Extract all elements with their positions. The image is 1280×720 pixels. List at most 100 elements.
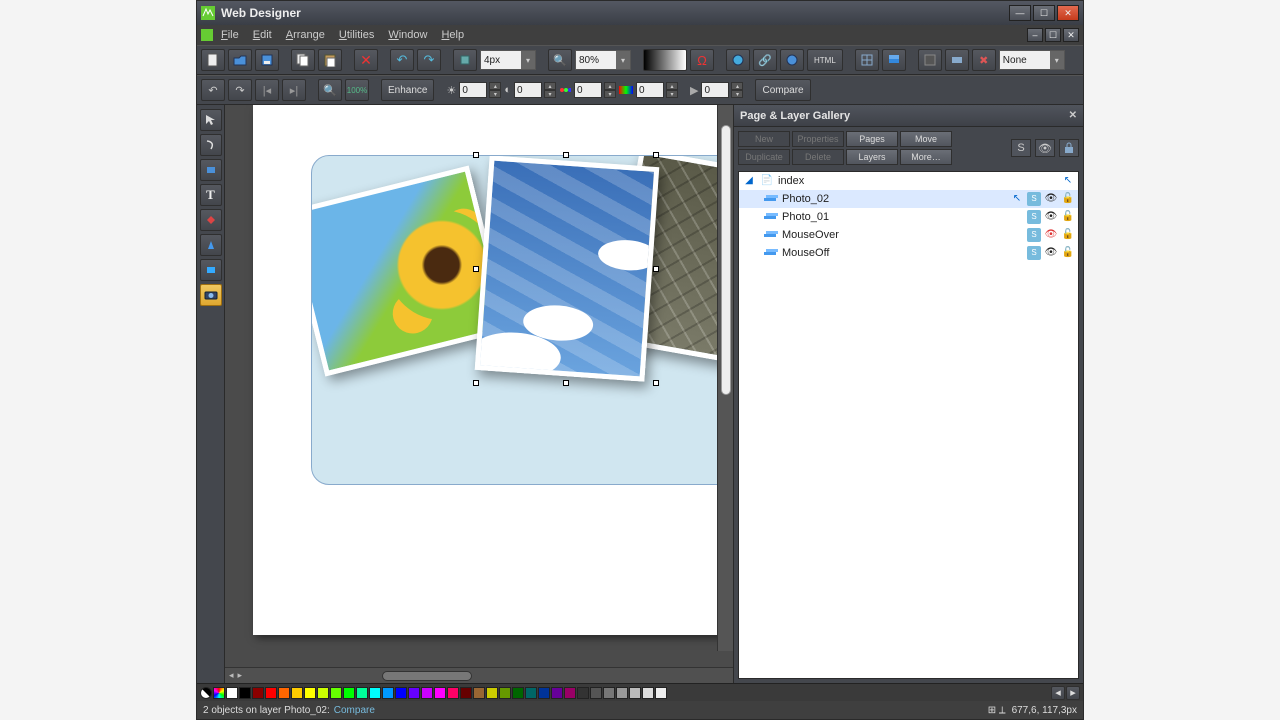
color-swatch[interactable] bbox=[551, 687, 563, 699]
text-tool[interactable]: T bbox=[200, 184, 222, 206]
v-scrollbar[interactable] bbox=[717, 105, 733, 651]
color-swatch[interactable] bbox=[499, 687, 511, 699]
contrast-field[interactable]: ▴▾ bbox=[514, 82, 556, 98]
color-swatch[interactable] bbox=[265, 687, 277, 699]
quality-slider[interactable] bbox=[643, 49, 687, 71]
mdi-minimize[interactable]: – bbox=[1027, 28, 1043, 42]
color-swatch[interactable] bbox=[343, 687, 355, 699]
nudge-input[interactable] bbox=[481, 51, 521, 69]
solo-icon[interactable]: S bbox=[1011, 139, 1031, 157]
menu-file[interactable]: File bbox=[215, 27, 245, 43]
mdi-close[interactable]: ✕ bbox=[1063, 28, 1079, 42]
fill-tool[interactable] bbox=[200, 209, 222, 231]
preview-button[interactable] bbox=[726, 49, 750, 71]
gallery-layers-button[interactable]: Layers bbox=[846, 149, 898, 165]
color-swatch[interactable] bbox=[408, 687, 420, 699]
shape-tool[interactable] bbox=[200, 134, 222, 156]
color-swatch[interactable] bbox=[512, 687, 524, 699]
link-mode-drop[interactable]: ▾ bbox=[1050, 51, 1064, 69]
prev-frame-button[interactable]: |◂ bbox=[255, 79, 279, 101]
rotate-cw-button[interactable]: ↷ bbox=[228, 79, 252, 101]
compare-button[interactable]: Compare bbox=[755, 79, 810, 101]
small-icon-3[interactable]: ✖ bbox=[972, 49, 996, 71]
color-swatch[interactable] bbox=[330, 687, 342, 699]
link-button[interactable]: 🔗 bbox=[753, 49, 777, 71]
shadow-tool[interactable] bbox=[200, 234, 222, 256]
color-swatch[interactable] bbox=[590, 687, 602, 699]
menu-edit[interactable]: Edit bbox=[247, 27, 278, 43]
gallery-new-button[interactable]: New bbox=[738, 131, 790, 147]
save-button[interactable] bbox=[255, 49, 279, 71]
grid-button[interactable] bbox=[855, 49, 879, 71]
saturation-field[interactable]: ▴▾ bbox=[574, 82, 616, 98]
selector-tool[interactable] bbox=[200, 109, 222, 131]
zoom-combo[interactable]: ▾ bbox=[575, 50, 631, 70]
color-swatch[interactable] bbox=[642, 687, 654, 699]
color-swatch[interactable] bbox=[616, 687, 628, 699]
undo-button[interactable]: ↶ bbox=[390, 49, 414, 71]
delete-button[interactable]: ✕ bbox=[354, 49, 378, 71]
small-icon-1[interactable] bbox=[918, 49, 942, 71]
tree-root[interactable]: ◢ 📄 index ↖ bbox=[739, 172, 1078, 190]
minimize-button[interactable]: — bbox=[1009, 5, 1031, 21]
zoom-icon[interactable]: 🔍 bbox=[548, 49, 572, 71]
color-swatch[interactable] bbox=[252, 687, 264, 699]
close-button[interactable]: ✕ bbox=[1057, 5, 1079, 21]
100pct-button[interactable]: 100% bbox=[345, 79, 369, 101]
fit-zoom-button[interactable]: 🔍 bbox=[318, 79, 342, 101]
color-swatch[interactable] bbox=[577, 687, 589, 699]
layer-row-2[interactable]: MouseOver S👁🔓 bbox=[739, 226, 1078, 244]
redo-button[interactable]: ↷ bbox=[417, 49, 441, 71]
color-swatch[interactable] bbox=[369, 687, 381, 699]
hue-field[interactable]: ▴▾ bbox=[636, 82, 678, 98]
brightness-field[interactable]: ▴▾ bbox=[459, 82, 501, 98]
color-swatch[interactable] bbox=[564, 687, 576, 699]
small-icon-2[interactable] bbox=[945, 49, 969, 71]
no-color-swatch[interactable] bbox=[200, 687, 212, 699]
layer-tree[interactable]: ◢ 📄 index ↖ Photo_02 ↖S👁🔓 Photo_01 S👁🔓 bbox=[738, 171, 1079, 679]
zoom-drop[interactable]: ▾ bbox=[616, 51, 630, 69]
swatch-scroll-right[interactable]: ▸ bbox=[1066, 686, 1080, 700]
color-swatch[interactable] bbox=[395, 687, 407, 699]
color-swatch[interactable] bbox=[421, 687, 433, 699]
menu-help[interactable]: Help bbox=[435, 27, 470, 43]
color-swatch[interactable] bbox=[291, 687, 303, 699]
color-swatch[interactable] bbox=[447, 687, 459, 699]
color-swatch[interactable] bbox=[317, 687, 329, 699]
menu-arrange[interactable]: Arrange bbox=[280, 27, 331, 43]
new-file-button[interactable] bbox=[201, 49, 225, 71]
rectangle-tool[interactable] bbox=[200, 159, 222, 181]
panel-close-icon[interactable]: ✕ bbox=[1069, 110, 1077, 121]
color-swatch[interactable] bbox=[603, 687, 615, 699]
photo-tool[interactable] bbox=[200, 284, 222, 306]
h-scrollbar[interactable]: ◂ ▸ bbox=[225, 667, 733, 683]
canvas[interactable] bbox=[225, 105, 733, 667]
color-swatch[interactable] bbox=[538, 687, 550, 699]
export-web-button[interactable] bbox=[780, 49, 804, 71]
gallery-duplicate-button[interactable]: Duplicate bbox=[738, 149, 790, 165]
color-swatch[interactable] bbox=[382, 687, 394, 699]
color-swatch[interactable] bbox=[473, 687, 485, 699]
color-swatch[interactable] bbox=[239, 687, 251, 699]
mdi-restore[interactable]: ☐ bbox=[1045, 28, 1061, 42]
lock-icon[interactable] bbox=[1059, 139, 1079, 157]
gallery-properties-button[interactable]: Properties bbox=[792, 131, 844, 147]
layer-row-0[interactable]: Photo_02 ↖S👁🔓 bbox=[739, 190, 1078, 208]
nudge-icon[interactable] bbox=[453, 49, 477, 71]
next-frame-button[interactable]: ▸| bbox=[282, 79, 306, 101]
color-swatch[interactable] bbox=[226, 687, 238, 699]
open-file-button[interactable] bbox=[228, 49, 252, 71]
color-swatch[interactable] bbox=[486, 687, 498, 699]
swatch-scroll-left[interactable]: ◂ bbox=[1051, 686, 1065, 700]
layer-row-3[interactable]: MouseOff S👁🔓 bbox=[739, 244, 1078, 262]
nudge-combo[interactable]: ▾ bbox=[480, 50, 536, 70]
gallery-tool[interactable] bbox=[200, 259, 222, 281]
color-swatch[interactable] bbox=[434, 687, 446, 699]
color-swatch[interactable] bbox=[304, 687, 316, 699]
paste-button[interactable] bbox=[318, 49, 342, 71]
link-mode-input[interactable] bbox=[1000, 51, 1050, 69]
color-swatch[interactable] bbox=[356, 687, 368, 699]
maximize-button[interactable]: ☐ bbox=[1033, 5, 1055, 21]
photo-sky[interactable] bbox=[475, 155, 660, 381]
color-swatch[interactable] bbox=[525, 687, 537, 699]
